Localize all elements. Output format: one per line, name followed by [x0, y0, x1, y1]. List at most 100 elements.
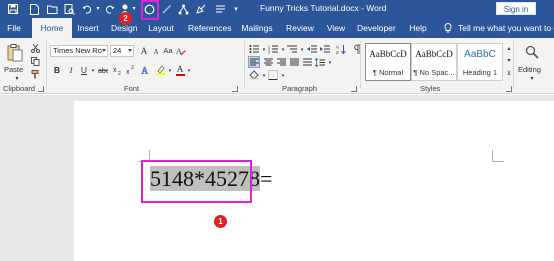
- document-title: Funny Tricks Tutorial.docx - Word: [260, 3, 387, 13]
- tab-view[interactable]: View: [325, 18, 347, 38]
- grow-font-icon[interactable]: A: [139, 46, 149, 56]
- font-size-combo[interactable]: 24: [110, 45, 134, 57]
- crop-mark-icon: [492, 150, 504, 162]
- pen-icon[interactable]: [160, 2, 174, 16]
- style-name: ¶ No Spac...: [413, 68, 455, 77]
- paste-icon[interactable]: [6, 44, 24, 62]
- step-badge-1: 1: [214, 215, 227, 228]
- tell-me-search[interactable]: Tell me what you want to do: [458, 18, 554, 38]
- lightbulb-icon: [444, 23, 452, 33]
- text-effects-icon[interactable]: A: [141, 65, 151, 75]
- highlight-box-text: [141, 160, 252, 203]
- group-divider: [244, 41, 245, 89]
- tab-help[interactable]: Help: [407, 18, 429, 38]
- sort-icon[interactable]: AZ: [336, 44, 346, 54]
- styles-launcher-icon[interactable]: [506, 86, 512, 92]
- svg-text:x: x: [113, 67, 117, 74]
- highlight-dropdown-icon[interactable]: ▾: [165, 66, 175, 76]
- borders-dropdown-icon[interactable]: ▾: [278, 71, 288, 81]
- style-normal[interactable]: AaBbCcD ¶ Normal: [365, 43, 411, 81]
- shrink-font-icon[interactable]: A: [151, 47, 161, 57]
- customize-qat-icon[interactable]: ▾: [229, 2, 243, 16]
- copy-icon[interactable]: [30, 56, 40, 66]
- shading-icon[interactable]: [249, 70, 259, 80]
- font-group-label: Font: [124, 84, 140, 93]
- equals-sign[interactable]: =: [260, 166, 272, 191]
- paragraph-launcher-icon[interactable]: [351, 86, 357, 92]
- save-icon[interactable]: [6, 2, 20, 16]
- group-divider: [360, 41, 361, 89]
- tab-home[interactable]: Home: [32, 18, 72, 38]
- new-document-icon[interactable]: [27, 2, 41, 16]
- decrease-indent-icon[interactable]: [307, 44, 317, 54]
- font-name-combo[interactable]: Times New Ro: [50, 45, 108, 57]
- strikethrough-icon[interactable]: abc: [98, 65, 108, 75]
- align-left-button[interactable]: [248, 56, 260, 68]
- editing-dropdown-icon[interactable]: ▾: [527, 74, 537, 84]
- format-painter-icon[interactable]: [30, 69, 40, 79]
- style-heading-1[interactable]: AaBbC Heading 1: [457, 43, 503, 81]
- distributed-icon[interactable]: [302, 57, 312, 67]
- sign-in-button[interactable]: Sign in: [496, 2, 536, 15]
- styles-group-label: Styles: [420, 84, 441, 93]
- tab-file[interactable]: File: [0, 18, 28, 38]
- tab-layout[interactable]: Layout: [148, 18, 174, 38]
- tab-developer[interactable]: Developer: [357, 18, 396, 38]
- cut-icon[interactable]: [30, 43, 40, 53]
- tab-mailings[interactable]: Mailings: [240, 18, 274, 38]
- find-icon[interactable]: [524, 44, 540, 60]
- tab-insert[interactable]: Insert: [76, 18, 100, 38]
- network-icon[interactable]: [176, 2, 190, 16]
- redo-icon[interactable]: [103, 2, 117, 16]
- multilevel-list-icon[interactable]: [287, 44, 297, 54]
- svg-text:Z: Z: [336, 50, 339, 54]
- clipboard-group-label: Clipboard: [3, 84, 36, 93]
- justify-icon[interactable]: [289, 57, 299, 67]
- highlight-box-qat: [141, 0, 159, 20]
- multilevel-dropdown-icon[interactable]: ▾: [297, 45, 307, 55]
- svg-text:A: A: [336, 45, 339, 50]
- tab-review[interactable]: Review: [286, 18, 314, 38]
- ribbon-tab-bar: File Home Insert Design Layout Reference…: [0, 18, 554, 38]
- open-folder-icon[interactable]: [45, 2, 59, 16]
- svg-text:x: x: [126, 69, 130, 75]
- ribbon-home: Paste ▾ Clipboard Times New Ro 24 A A Aa…: [0, 38, 554, 94]
- line-spacing-dropdown-icon[interactable]: ▾: [325, 58, 335, 68]
- bold-button[interactable]: B: [52, 65, 62, 75]
- style-preview: AaBbCcD: [415, 49, 453, 59]
- editing-label[interactable]: Editing: [518, 65, 541, 74]
- bullets-icon[interactable]: [249, 44, 259, 54]
- superscript-icon[interactable]: x2: [126, 65, 136, 75]
- align-right-icon[interactable]: [276, 57, 286, 67]
- italic-button[interactable]: I: [66, 65, 76, 75]
- paste-label[interactable]: Paste: [4, 65, 23, 74]
- numbering-icon[interactable]: 123: [268, 44, 278, 54]
- align-center-icon[interactable]: [263, 57, 273, 67]
- font-color-dropdown-icon[interactable]: ▾: [184, 66, 194, 76]
- svg-text:A: A: [142, 66, 149, 76]
- paragraph-group-label: Paragraph: [282, 84, 318, 93]
- draw-icon[interactable]: [194, 2, 208, 16]
- increase-indent-icon[interactable]: [320, 44, 330, 54]
- text-direction-icon[interactable]: [213, 2, 227, 16]
- subscript-icon[interactable]: x2: [113, 65, 123, 75]
- tab-references[interactable]: References: [188, 18, 231, 38]
- underline-dropdown-icon[interactable]: ▾: [88, 66, 98, 76]
- group-divider: [513, 41, 514, 89]
- clipboard-launcher-icon[interactable]: [38, 86, 44, 92]
- style-preview: AaBbCcD: [369, 49, 407, 59]
- style-no-spacing[interactable]: AaBbCcD ¶ No Spac...: [411, 43, 457, 81]
- font-color-letter: A: [176, 63, 184, 74]
- step-badge-2: 2: [119, 12, 132, 25]
- paste-dropdown-icon[interactable]: ▾: [12, 74, 22, 84]
- clear-formatting-icon[interactable]: A: [176, 46, 186, 56]
- change-case-icon[interactable]: Aa: [163, 46, 173, 56]
- print-preview-icon[interactable]: [62, 2, 76, 16]
- svg-text:abc: abc: [98, 68, 108, 75]
- line-spacing-icon[interactable]: [315, 57, 325, 67]
- font-launcher-icon[interactable]: [232, 86, 238, 92]
- font-size-value: 24: [113, 46, 122, 55]
- borders-icon[interactable]: [268, 70, 278, 80]
- svg-text:2: 2: [131, 65, 134, 71]
- style-preview: AaBbC: [464, 49, 496, 60]
